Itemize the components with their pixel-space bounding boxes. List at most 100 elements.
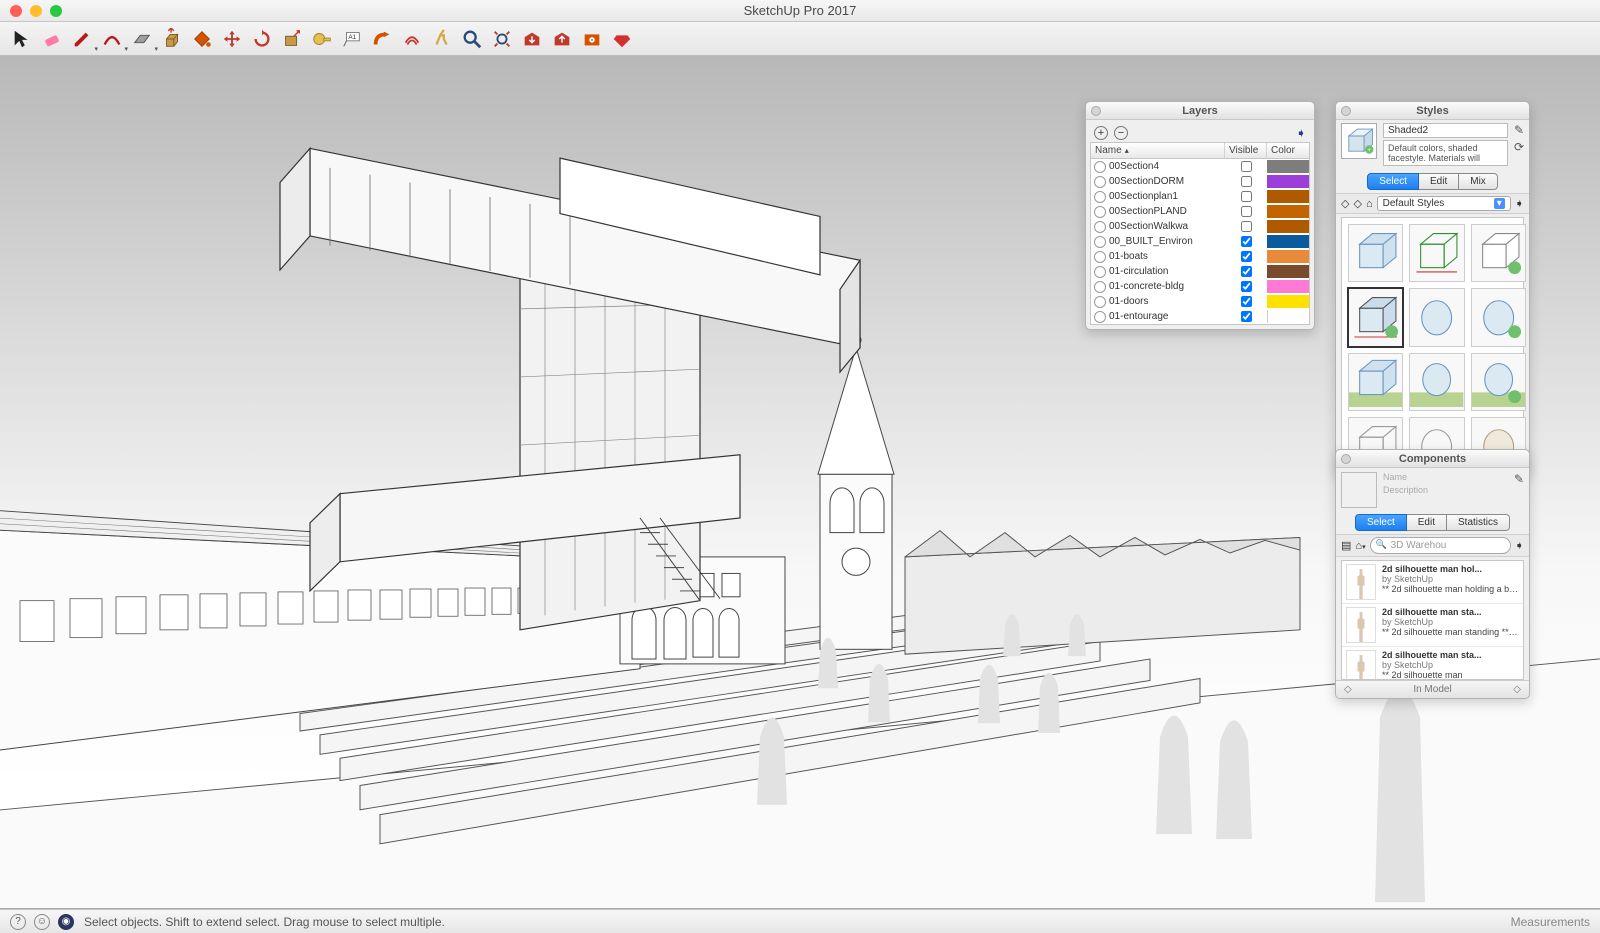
rectangle-tool[interactable]: ▾ bbox=[128, 26, 156, 52]
style-thumb-item[interactable] bbox=[1471, 224, 1526, 282]
layer-row[interactable]: 01-doors bbox=[1091, 294, 1309, 309]
nav-fwd-icon[interactable]: ◇ bbox=[1513, 684, 1521, 695]
col-color[interactable]: Color bbox=[1267, 143, 1309, 158]
style-thumb-item[interactable] bbox=[1348, 288, 1403, 346]
offset-tool[interactable] bbox=[398, 26, 426, 52]
style-thumb-item[interactable] bbox=[1409, 353, 1464, 411]
col-visible[interactable]: Visible bbox=[1225, 143, 1267, 158]
layer-color-swatch[interactable] bbox=[1267, 160, 1309, 173]
3dwarehouse-send-icon[interactable] bbox=[548, 26, 576, 52]
layer-row[interactable]: 01-boats bbox=[1091, 249, 1309, 264]
extension-warehouse-icon[interactable] bbox=[578, 26, 606, 52]
layers-panel[interactable]: Layers + − ➧ Name ▴ Visible Color 00Sect… bbox=[1085, 101, 1315, 330]
home-icon[interactable]: ⌂▾ bbox=[1355, 540, 1365, 552]
layer-radio[interactable] bbox=[1094, 161, 1106, 173]
panel-close-icon[interactable] bbox=[1341, 454, 1351, 464]
select-tool[interactable] bbox=[8, 26, 36, 52]
layers-panel-title: Layers bbox=[1182, 105, 1217, 117]
scale-tool[interactable] bbox=[278, 26, 306, 52]
tape-tool[interactable] bbox=[308, 26, 336, 52]
style-thumb-item[interactable] bbox=[1471, 288, 1526, 346]
style-collection-select[interactable]: Default Styles▾ bbox=[1377, 196, 1511, 211]
maximize-icon[interactable] bbox=[50, 5, 62, 17]
col-name[interactable]: Name bbox=[1095, 145, 1122, 156]
style-thumb-item[interactable] bbox=[1471, 353, 1526, 411]
style-name-field[interactable]: Shaded2 bbox=[1383, 123, 1508, 138]
tab-select[interactable]: Select bbox=[1367, 173, 1419, 190]
details-icon[interactable]: ➧ bbox=[1515, 539, 1524, 552]
titlebar: SketchUp Pro 2017 bbox=[0, 0, 1600, 22]
user-icon[interactable]: ☺ bbox=[34, 914, 50, 930]
measurements-label: Measurements bbox=[1511, 915, 1590, 929]
tab-edit[interactable]: Edit bbox=[1407, 514, 1447, 531]
layer-row[interactable]: 00Section4 bbox=[1091, 159, 1309, 174]
panel-close-icon[interactable] bbox=[1341, 106, 1351, 116]
layer-row[interactable]: 01-concrete-bldg bbox=[1091, 279, 1309, 294]
layer-row[interactable]: 00SectionPLAND bbox=[1091, 204, 1309, 219]
style-desc-field[interactable]: Default colors, shaded facestyle. Materi… bbox=[1383, 140, 1508, 166]
style-update-icon[interactable]: ⟳ bbox=[1514, 140, 1524, 154]
paintbucket-tool[interactable] bbox=[188, 26, 216, 52]
3dwarehouse-get-icon[interactable] bbox=[518, 26, 546, 52]
ruby-icon[interactable] bbox=[608, 26, 636, 52]
layers-panel-header[interactable]: Layers bbox=[1086, 102, 1314, 120]
style-new-icon[interactable]: ✎ bbox=[1514, 123, 1524, 137]
eraser-tool[interactable] bbox=[38, 26, 66, 52]
close-icon[interactable] bbox=[10, 5, 22, 17]
nav-back-icon[interactable]: ◇ bbox=[1344, 684, 1352, 695]
layer-row[interactable]: 00SectionWalkwa bbox=[1091, 219, 1309, 234]
tab-edit[interactable]: Edit bbox=[1419, 173, 1459, 190]
layer-list[interactable]: 00Section4 00SectionDORM 00Sectionplan1 … bbox=[1090, 159, 1310, 325]
style-thumb-item[interactable] bbox=[1348, 224, 1403, 282]
style-thumb-item[interactable] bbox=[1409, 224, 1464, 282]
styles-panel-header[interactable]: Styles bbox=[1336, 102, 1529, 120]
remove-layer-icon[interactable]: − bbox=[1114, 126, 1128, 140]
geo-icon[interactable]: ◉ bbox=[58, 914, 74, 930]
add-layer-icon[interactable]: + bbox=[1094, 126, 1108, 140]
component-item[interactable]: 2d silhouette man sta... by SketchUp ** … bbox=[1342, 604, 1523, 647]
details-icon[interactable]: ➧ bbox=[1515, 197, 1524, 210]
layers-menu-icon[interactable]: ➧ bbox=[1296, 126, 1306, 140]
component-thumb bbox=[1346, 650, 1376, 680]
component-footer: ◇ In Model ◇ bbox=[1336, 680, 1529, 698]
components-panel[interactable]: Components Name Description ✎ Select Edi… bbox=[1335, 449, 1530, 699]
component-search-input[interactable]: 3D Warehou bbox=[1370, 537, 1511, 554]
component-item[interactable]: 2d silhouette man sta... by SketchUp ** … bbox=[1342, 647, 1523, 680]
layer-row[interactable]: 00_BUILT_Environ bbox=[1091, 234, 1309, 249]
help-icon[interactable]: ? bbox=[10, 914, 26, 930]
component-item[interactable]: 2d silhouette man hol... by SketchUp ** … bbox=[1342, 561, 1523, 604]
tab-statistics[interactable]: Statistics bbox=[1447, 514, 1510, 531]
move-tool[interactable] bbox=[218, 26, 246, 52]
text-tool[interactable]: A1 bbox=[338, 26, 366, 52]
home-icon[interactable]: ⌂ bbox=[1366, 198, 1373, 210]
layer-row[interactable]: 01-circulation bbox=[1091, 264, 1309, 279]
viewport-3d[interactable]: Layers + − ➧ Name ▴ Visible Color 00Sect… bbox=[0, 56, 1600, 909]
pencil-tool[interactable]: ▾ bbox=[68, 26, 96, 52]
panel-close-icon[interactable] bbox=[1091, 106, 1101, 116]
style-thumb-item[interactable] bbox=[1409, 288, 1464, 346]
followme-tool[interactable] bbox=[368, 26, 396, 52]
zoom-tool[interactable] bbox=[458, 26, 486, 52]
walk-tool[interactable] bbox=[428, 26, 456, 52]
components-panel-header[interactable]: Components bbox=[1336, 450, 1529, 468]
nav-fwd-icon[interactable]: ◇ bbox=[1353, 197, 1361, 210]
pushpull-tool[interactable] bbox=[158, 26, 186, 52]
minimize-icon[interactable] bbox=[30, 5, 42, 17]
view-toggle-icon[interactable]: ▤ bbox=[1341, 539, 1351, 552]
arc-tool[interactable]: ▾ bbox=[98, 26, 126, 52]
layer-visible-checkbox[interactable] bbox=[1241, 161, 1252, 172]
style-thumb-item[interactable] bbox=[1348, 353, 1403, 411]
zoom-extents-tool[interactable] bbox=[488, 26, 516, 52]
styles-panel[interactable]: Styles + Shaded2 Default colors, shaded … bbox=[1335, 101, 1530, 476]
tab-mix[interactable]: Mix bbox=[1459, 173, 1498, 190]
component-list[interactable]: 2d silhouette man hol... by SketchUp ** … bbox=[1341, 560, 1524, 680]
style-preview-thumb: + bbox=[1341, 123, 1377, 159]
layer-row[interactable]: 01-entourage bbox=[1091, 309, 1309, 324]
tab-select[interactable]: Select bbox=[1355, 514, 1407, 531]
component-info-icon[interactable]: ✎ bbox=[1514, 472, 1524, 486]
layer-row[interactable]: 00Sectionplan1 bbox=[1091, 189, 1309, 204]
component-desc-label: Description bbox=[1383, 485, 1508, 495]
nav-back-icon[interactable]: ◇ bbox=[1341, 197, 1349, 210]
layer-row[interactable]: 00SectionDORM bbox=[1091, 174, 1309, 189]
rotate-tool[interactable] bbox=[248, 26, 276, 52]
